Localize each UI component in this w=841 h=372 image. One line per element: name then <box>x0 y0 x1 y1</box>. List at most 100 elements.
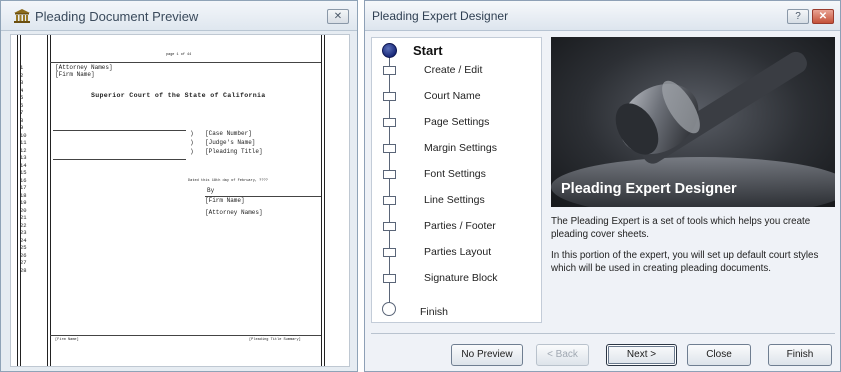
line-number: 18 <box>20 191 27 199</box>
line-number: 16 <box>20 176 27 184</box>
step-label: Signature Block <box>424 272 498 284</box>
back-button[interactable]: < Back <box>536 344 589 366</box>
step-label: Parties / Footer <box>424 220 496 232</box>
next-button[interactable]: Next > <box>606 344 677 366</box>
line-number: 7 <box>20 109 24 116</box>
description-panel: The Pleading Expert is a set of tools wh… <box>551 215 833 275</box>
case-number-field: [Case Number] <box>205 130 252 137</box>
step-font-settings[interactable]: Font Settings <box>372 166 542 184</box>
line-number: 27 <box>20 259 27 266</box>
signature-attorney-names: [Attorney Names] <box>205 209 263 216</box>
step-label: Create / Edit <box>424 64 483 76</box>
left-margin-rule <box>17 35 18 366</box>
step-signature-block[interactable]: Signature Block <box>372 270 542 288</box>
current-step-marker-icon <box>382 43 397 58</box>
gavel-banner-image: Pleading Expert Designer <box>551 37 835 207</box>
step-marker-icon <box>383 170 396 179</box>
line-number: 13 <box>20 154 27 161</box>
banner-title: Pleading Expert Designer <box>561 181 737 197</box>
line-number: 28 <box>20 266 27 274</box>
left-margin-rule <box>47 35 48 366</box>
finish-button[interactable]: Finish <box>768 344 832 366</box>
line-number: 17 <box>20 184 27 191</box>
step-start[interactable]: Start <box>413 43 443 58</box>
step-label: Page Settings <box>424 116 490 128</box>
step-marker-icon <box>383 92 396 101</box>
right-margin-rule <box>324 35 325 366</box>
step-create-edit[interactable]: Create / Edit <box>372 62 542 80</box>
step-marker-icon <box>383 144 396 153</box>
step-parties-layout[interactable]: Parties Layout <box>372 244 542 262</box>
designer-close-button[interactable]: ✕ <box>812 9 834 24</box>
line-number: 14 <box>20 161 27 169</box>
caption-paren: ) <box>190 130 194 137</box>
line-number-column: 1 2 3 4 5 6 7 8 9 10 11 12 13 14 15 16 1… <box>20 64 36 274</box>
page-indicator: page 1 of 44 <box>166 53 192 57</box>
pleading-page: page 1 of 44 1 2 3 4 5 6 7 8 9 10 11 12 … <box>10 34 350 367</box>
caption-rule <box>53 159 186 160</box>
step-marker-icon <box>383 248 396 257</box>
caption-paren: ) <box>190 139 194 146</box>
right-margin-rule <box>321 35 322 366</box>
description-paragraph: The Pleading Expert is a set of tools wh… <box>551 216 811 240</box>
designer-window: Pleading Expert Designer ? ✕ Start Creat… <box>364 0 841 372</box>
line-number: 3 <box>20 79 24 86</box>
step-parties-footer[interactable]: Parties / Footer <box>372 218 542 236</box>
step-page-settings[interactable]: Page Settings <box>372 114 542 132</box>
close-button[interactable]: Close <box>687 344 751 366</box>
preview-titlebar[interactable]: Pleading Document Preview ✕ <box>1 1 357 31</box>
line-number: 24 <box>20 236 27 244</box>
step-label: Margin Settings <box>424 142 497 154</box>
designer-window-title: Pleading Expert Designer <box>372 9 509 23</box>
left-margin-rule <box>50 35 51 366</box>
firm-name-field: [Firm Name] <box>55 71 95 78</box>
step-label: Parties Layout <box>424 246 492 258</box>
line-number: 9 <box>20 124 24 131</box>
signature-firm-name: [Firm Name] <box>205 197 245 204</box>
help-button[interactable]: ? <box>787 9 809 24</box>
line-number: 6 <box>20 101 24 109</box>
line-number: 11 <box>20 139 27 146</box>
step-line-settings[interactable]: Line Settings <box>372 192 542 210</box>
footer-divider <box>371 333 835 334</box>
wizard-steps-panel: Start Create / Edit Court Name Page Sett… <box>371 37 542 323</box>
description-paragraph: In this portion of the expert, you will … <box>551 250 819 274</box>
line-number: 2 <box>20 71 24 79</box>
courthouse-icon <box>13 8 31 24</box>
footer-firm-name: [Firm Name] <box>55 338 79 342</box>
judge-name-field: [Judge's Name] <box>205 139 256 146</box>
court-title: Superior Court of the State of Californi… <box>91 92 266 99</box>
step-marker-icon <box>383 196 396 205</box>
step-label: Font Settings <box>424 168 486 180</box>
step-court-name[interactable]: Court Name <box>372 88 542 106</box>
header-rule <box>50 62 321 63</box>
step-margin-settings[interactable]: Margin Settings <box>372 140 542 158</box>
designer-titlebar[interactable]: Pleading Expert Designer ? ✕ <box>365 1 840 31</box>
line-number: 4 <box>20 86 24 94</box>
footer-pleading-summary: [Pleading Title Summary] <box>249 338 301 342</box>
preview-close-button[interactable]: ✕ <box>327 9 349 24</box>
line-number: 1 <box>20 64 24 71</box>
step-marker-icon <box>383 274 396 283</box>
step-marker-icon <box>383 66 396 75</box>
footer-rule <box>50 335 321 336</box>
line-number: 20 <box>20 206 27 214</box>
line-number: 10 <box>20 131 27 139</box>
step-marker-icon <box>383 118 396 127</box>
line-number: 15 <box>20 169 27 176</box>
preview-window-title: Pleading Document Preview <box>35 9 199 24</box>
finish-marker-icon <box>382 302 396 316</box>
line-number: 5 <box>20 94 24 101</box>
desktop: Pleading Document Preview ✕ page 1 of 44… <box>0 0 841 372</box>
step-finish[interactable]: Finish <box>420 306 448 318</box>
caption-rule <box>53 130 186 131</box>
line-number: 8 <box>20 116 24 124</box>
line-number: 21 <box>20 214 27 221</box>
step-label: Court Name <box>424 90 481 102</box>
preview-window: Pleading Document Preview ✕ page 1 of 44… <box>0 0 358 372</box>
by-label: By <box>207 187 215 194</box>
caption-paren: ) <box>190 148 194 155</box>
no-preview-button[interactable]: No Preview <box>451 344 523 366</box>
pleading-title-field: [Pleading Title] <box>205 148 263 155</box>
dated-line: Dated this 18th day of February, ???? <box>188 179 268 183</box>
